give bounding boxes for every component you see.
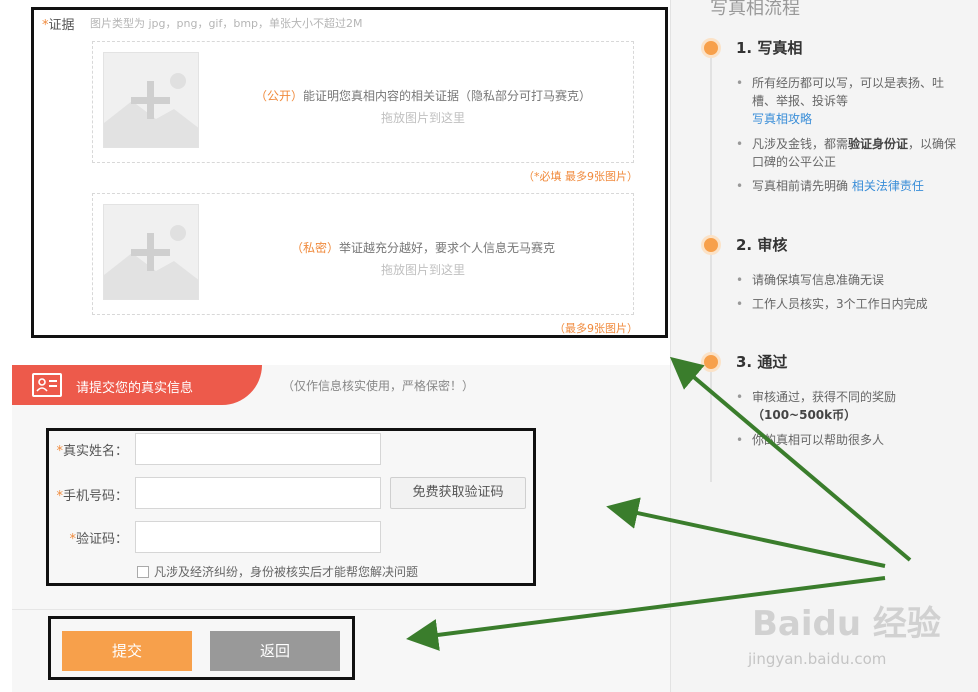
identity-section-title: 请提交您的真实信息 (76, 381, 194, 396)
step-1-title: 1. 写真相 (736, 39, 803, 57)
id-card-icon (32, 373, 62, 397)
identity-section-header: 请提交您的真实信息 (12, 365, 262, 405)
baidu-watermark: Baidu 经验 (752, 604, 941, 644)
sidebar-title: 写真相流程 (710, 0, 800, 19)
step-2-bullet: 请确保填写信息准确无误 (736, 271, 962, 289)
step-1-bullet: 凡涉及金钱，都需验证身份证，以确保口碑的公平公正 (736, 135, 962, 171)
id-card-glyph (36, 378, 57, 392)
identity-privacy-note: （仅作信息核实使用，严格保密！） (282, 379, 475, 393)
step-1-bullet-text: 凡涉及金钱，都需 (752, 137, 849, 151)
legal-liability-link[interactable]: 相关法律责任 (852, 179, 924, 193)
annotation-box-evidence (31, 7, 668, 338)
strategy-link[interactable]: 写真相攻略 (752, 112, 812, 126)
step-3-bullet: 你的真相可以帮助很多人 (736, 431, 962, 449)
step-2-bullet-text: 工作人员核实，3个工作日内完成 (752, 297, 928, 311)
step-dot (701, 352, 721, 372)
baidu-watermark-url: jingyan.baidu.com (748, 650, 887, 668)
step-dot (701, 235, 721, 255)
reward-range: （100~500k币） (752, 408, 857, 422)
step-3-title: 3. 通过 (736, 353, 788, 371)
step-1-bullet-text: 写真相前请先明确 (752, 179, 849, 193)
step-2-bullet: 工作人员核实，3个工作日内完成 (736, 295, 962, 313)
step-1-bullet: 写真相前请先明确 相关法律责任 (736, 177, 962, 195)
step-1-bullet: 所有经历都可以写，可以是表扬、吐槽、举报、投诉等写真相攻略 (736, 74, 962, 128)
id-verify-emphasis: 验证身份证 (848, 137, 909, 151)
step-dot (701, 38, 721, 58)
step-3-bullet: 审核通过，获得不同的奖励 （100~500k币） (736, 388, 962, 424)
step-2-bullet-text: 请确保填写信息准确无误 (752, 273, 885, 287)
annotation-box-buttons (48, 616, 355, 680)
step-1-bullet-text: 所有经历都可以写，可以是表扬、吐槽、举报、投诉等 (752, 76, 945, 108)
timeline-line (710, 46, 712, 482)
annotation-box-identity (46, 428, 536, 586)
step-3-bullet-text: 审核通过，获得不同的奖励 (752, 390, 897, 404)
divider (12, 609, 670, 610)
step-2-title: 2. 审核 (736, 236, 788, 254)
step-3-bullet-text: 你的真相可以帮助很多人 (752, 433, 885, 447)
